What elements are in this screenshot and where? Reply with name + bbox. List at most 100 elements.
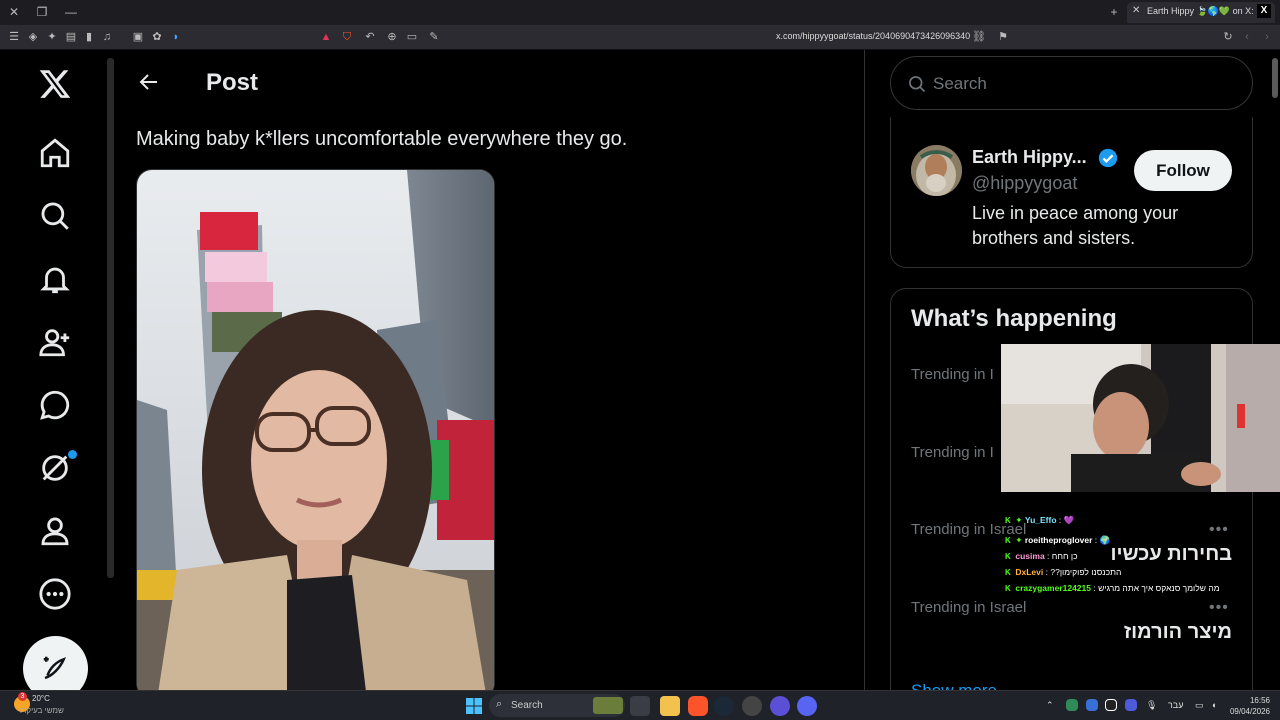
weather-badge: 3 [18, 692, 27, 701]
brave-shield-icon[interactable]: ⛉ [340, 30, 354, 44]
back-arrow-icon[interactable] [137, 70, 161, 94]
weather-description[interactable]: שמשי בעיקרו [20, 706, 64, 715]
active-tab[interactable]: ✕ Earth Hippy 🍃🌎💚 on X: " X [1127, 2, 1275, 23]
profile-handle[interactable]: @hippyygoat [972, 173, 1077, 194]
extensions-icon[interactable]: ✿ [150, 30, 164, 44]
chat-text: 💜 [1063, 515, 1075, 525]
trend-context[interactable]: Trending in I [911, 366, 994, 383]
tab-title: Earth Hippy 🍃🌎💚 on X: " [1147, 6, 1255, 16]
restore-window-icon[interactable]: ❐ [34, 4, 50, 20]
video-frame-image [137, 170, 494, 698]
chat-text: 🌍 [1099, 535, 1111, 545]
browser-tab-strip: ✕ ❐ — + ✕ Earth Hippy 🍃🌎💚 on X: " X [0, 0, 1280, 25]
stream-chat-overlay: K ✦ Yu_Effo : 💜 K ✦ roeitheproglover : 🌍… [1005, 515, 1255, 605]
trend-context[interactable]: Trending in I [911, 444, 994, 461]
file-explorer-icon[interactable] [660, 696, 680, 716]
forward-icon[interactable]: › [1260, 30, 1274, 44]
left-scrollbar[interactable] [107, 58, 114, 578]
cast-icon[interactable]: ▭ [405, 30, 419, 44]
new-tab-icon[interactable]: + [1106, 4, 1122, 20]
pin-icon[interactable]: ✦ [45, 30, 59, 44]
zoom-icon[interactable]: ⊕ [385, 30, 399, 44]
minimize-window-icon[interactable]: — [63, 4, 79, 20]
windows-start-icon[interactable] [466, 698, 482, 714]
sidebar-icon[interactable]: ▮ [82, 30, 96, 44]
tray-app-icon[interactable] [1125, 699, 1137, 711]
reload-icon[interactable]: ↻ [1221, 30, 1235, 44]
language-indicator[interactable]: עבר [1168, 700, 1183, 710]
chat-text: ??התכנסנו לפוקימון [1050, 567, 1122, 577]
browser-toolbar: ☰ ◈ ✦ ▤ ▮ ♫ ▣ ✿ ◗ ▲ ⛉ ↶ ⊕ ▭ ✎ x.com/hipp… [0, 25, 1280, 50]
right-scrollbar[interactable] [1272, 58, 1278, 98]
clock-date: 09/04/2026 [1229, 707, 1270, 716]
back-browser-icon[interactable]: ↶ [363, 30, 377, 44]
follow-button[interactable]: Follow [1134, 150, 1232, 191]
explore-icon[interactable] [38, 199, 72, 233]
x-logo-icon[interactable] [38, 67, 72, 101]
tab-close-icon[interactable]: ✕ [1132, 5, 1140, 16]
tray-expand-icon[interactable]: ⌃ [1046, 700, 1054, 711]
verified-badge-icon [1098, 148, 1118, 168]
search-placeholder: Search [933, 74, 987, 93]
webcam-overlay [1001, 344, 1280, 492]
task-view-icon[interactable] [630, 696, 650, 716]
steam-icon[interactable] [714, 696, 734, 716]
windows-taskbar: 3 20°C שמשי בעיקרו ⌕ Search ⌃ 🎙 עבר ▭ ◖ … [0, 690, 1280, 720]
chat-message: K crazygamer124215 : מה שלומך סנאקס איך … [1005, 583, 1220, 593]
grok-icon[interactable] [38, 451, 72, 485]
edit-icon[interactable]: ✎ [427, 30, 441, 44]
volume-icon[interactable]: ◖ [1211, 700, 1216, 710]
microphone-icon[interactable]: 🎙 [1146, 700, 1157, 711]
network-icon[interactable]: ▭ [1195, 700, 1204, 711]
chat-message: K ✦ roeitheproglover : 🌍 [1005, 535, 1111, 545]
left-navigation [0, 50, 110, 701]
warning-icon[interactable]: ▲ [319, 30, 333, 44]
post-header: Post [117, 50, 865, 116]
obs-icon[interactable] [742, 696, 762, 716]
chat-message: K cusima : כן חחח [1005, 551, 1078, 561]
trend-name[interactable]: מיצר הורמוז [1124, 621, 1232, 644]
search-highlight-icon [593, 697, 623, 714]
audio-icon[interactable]: ◗ [169, 30, 183, 44]
home-icon[interactable] [38, 136, 72, 170]
follow-people-icon[interactable] [38, 325, 72, 359]
url-bar[interactable]: x.com/hippyygoat/status/2040690473426096… [776, 31, 970, 41]
link-icon[interactable]: ⛓ [972, 30, 986, 44]
app-icon[interactable] [770, 696, 790, 716]
notifications-icon[interactable] [38, 262, 72, 296]
brave-browser-icon[interactable] [688, 696, 708, 716]
music-icon[interactable]: ♫ [100, 30, 114, 44]
bookmark-icon[interactable]: ⚑ [996, 30, 1010, 44]
tray-app-icon[interactable] [1086, 699, 1098, 711]
chat-user: DxLevi [1015, 567, 1044, 577]
system-clock[interactable]: 16:56 09/04/2026 [1228, 695, 1270, 717]
close-window-icon[interactable]: ✕ [6, 4, 22, 20]
search-input[interactable]: Search [890, 56, 1253, 110]
chat-message: K ✦ Yu_Effo : 💜 [1005, 515, 1075, 525]
back-icon[interactable]: ‹ [1240, 30, 1254, 44]
chat-text: כן חחח [1051, 551, 1078, 561]
taskbar-search-label: Search [511, 700, 543, 711]
kick-badge-icon: K [1005, 516, 1011, 525]
profile-icon[interactable] [38, 514, 72, 548]
avatar[interactable] [911, 145, 962, 196]
post-video[interactable] [136, 169, 495, 699]
screenshot-icon[interactable]: ▣ [131, 30, 145, 44]
profile-name[interactable]: Earth Hippy... [972, 147, 1087, 168]
more-icon[interactable] [38, 577, 72, 611]
webcam-image [1001, 344, 1280, 492]
kick-badge-icon: K [1005, 552, 1011, 561]
clock-time: 16:56 [1249, 696, 1270, 705]
tray-app-icon[interactable] [1066, 699, 1078, 711]
weather-temperature[interactable]: 20°C [32, 694, 50, 703]
tabs-icon[interactable]: ▤ [64, 30, 78, 44]
page-title: Post [206, 69, 259, 96]
notion-icon[interactable] [1105, 699, 1117, 711]
taskbar-search[interactable]: ⌕ Search [489, 694, 625, 717]
sub-badge-icon: ✦ [1015, 535, 1023, 545]
menu-icon[interactable]: ☰ [7, 30, 21, 44]
messages-icon[interactable] [38, 388, 72, 422]
kick-badge-icon: K [1005, 568, 1011, 577]
shield-icon[interactable]: ◈ [26, 30, 40, 44]
discord-icon[interactable] [797, 696, 817, 716]
